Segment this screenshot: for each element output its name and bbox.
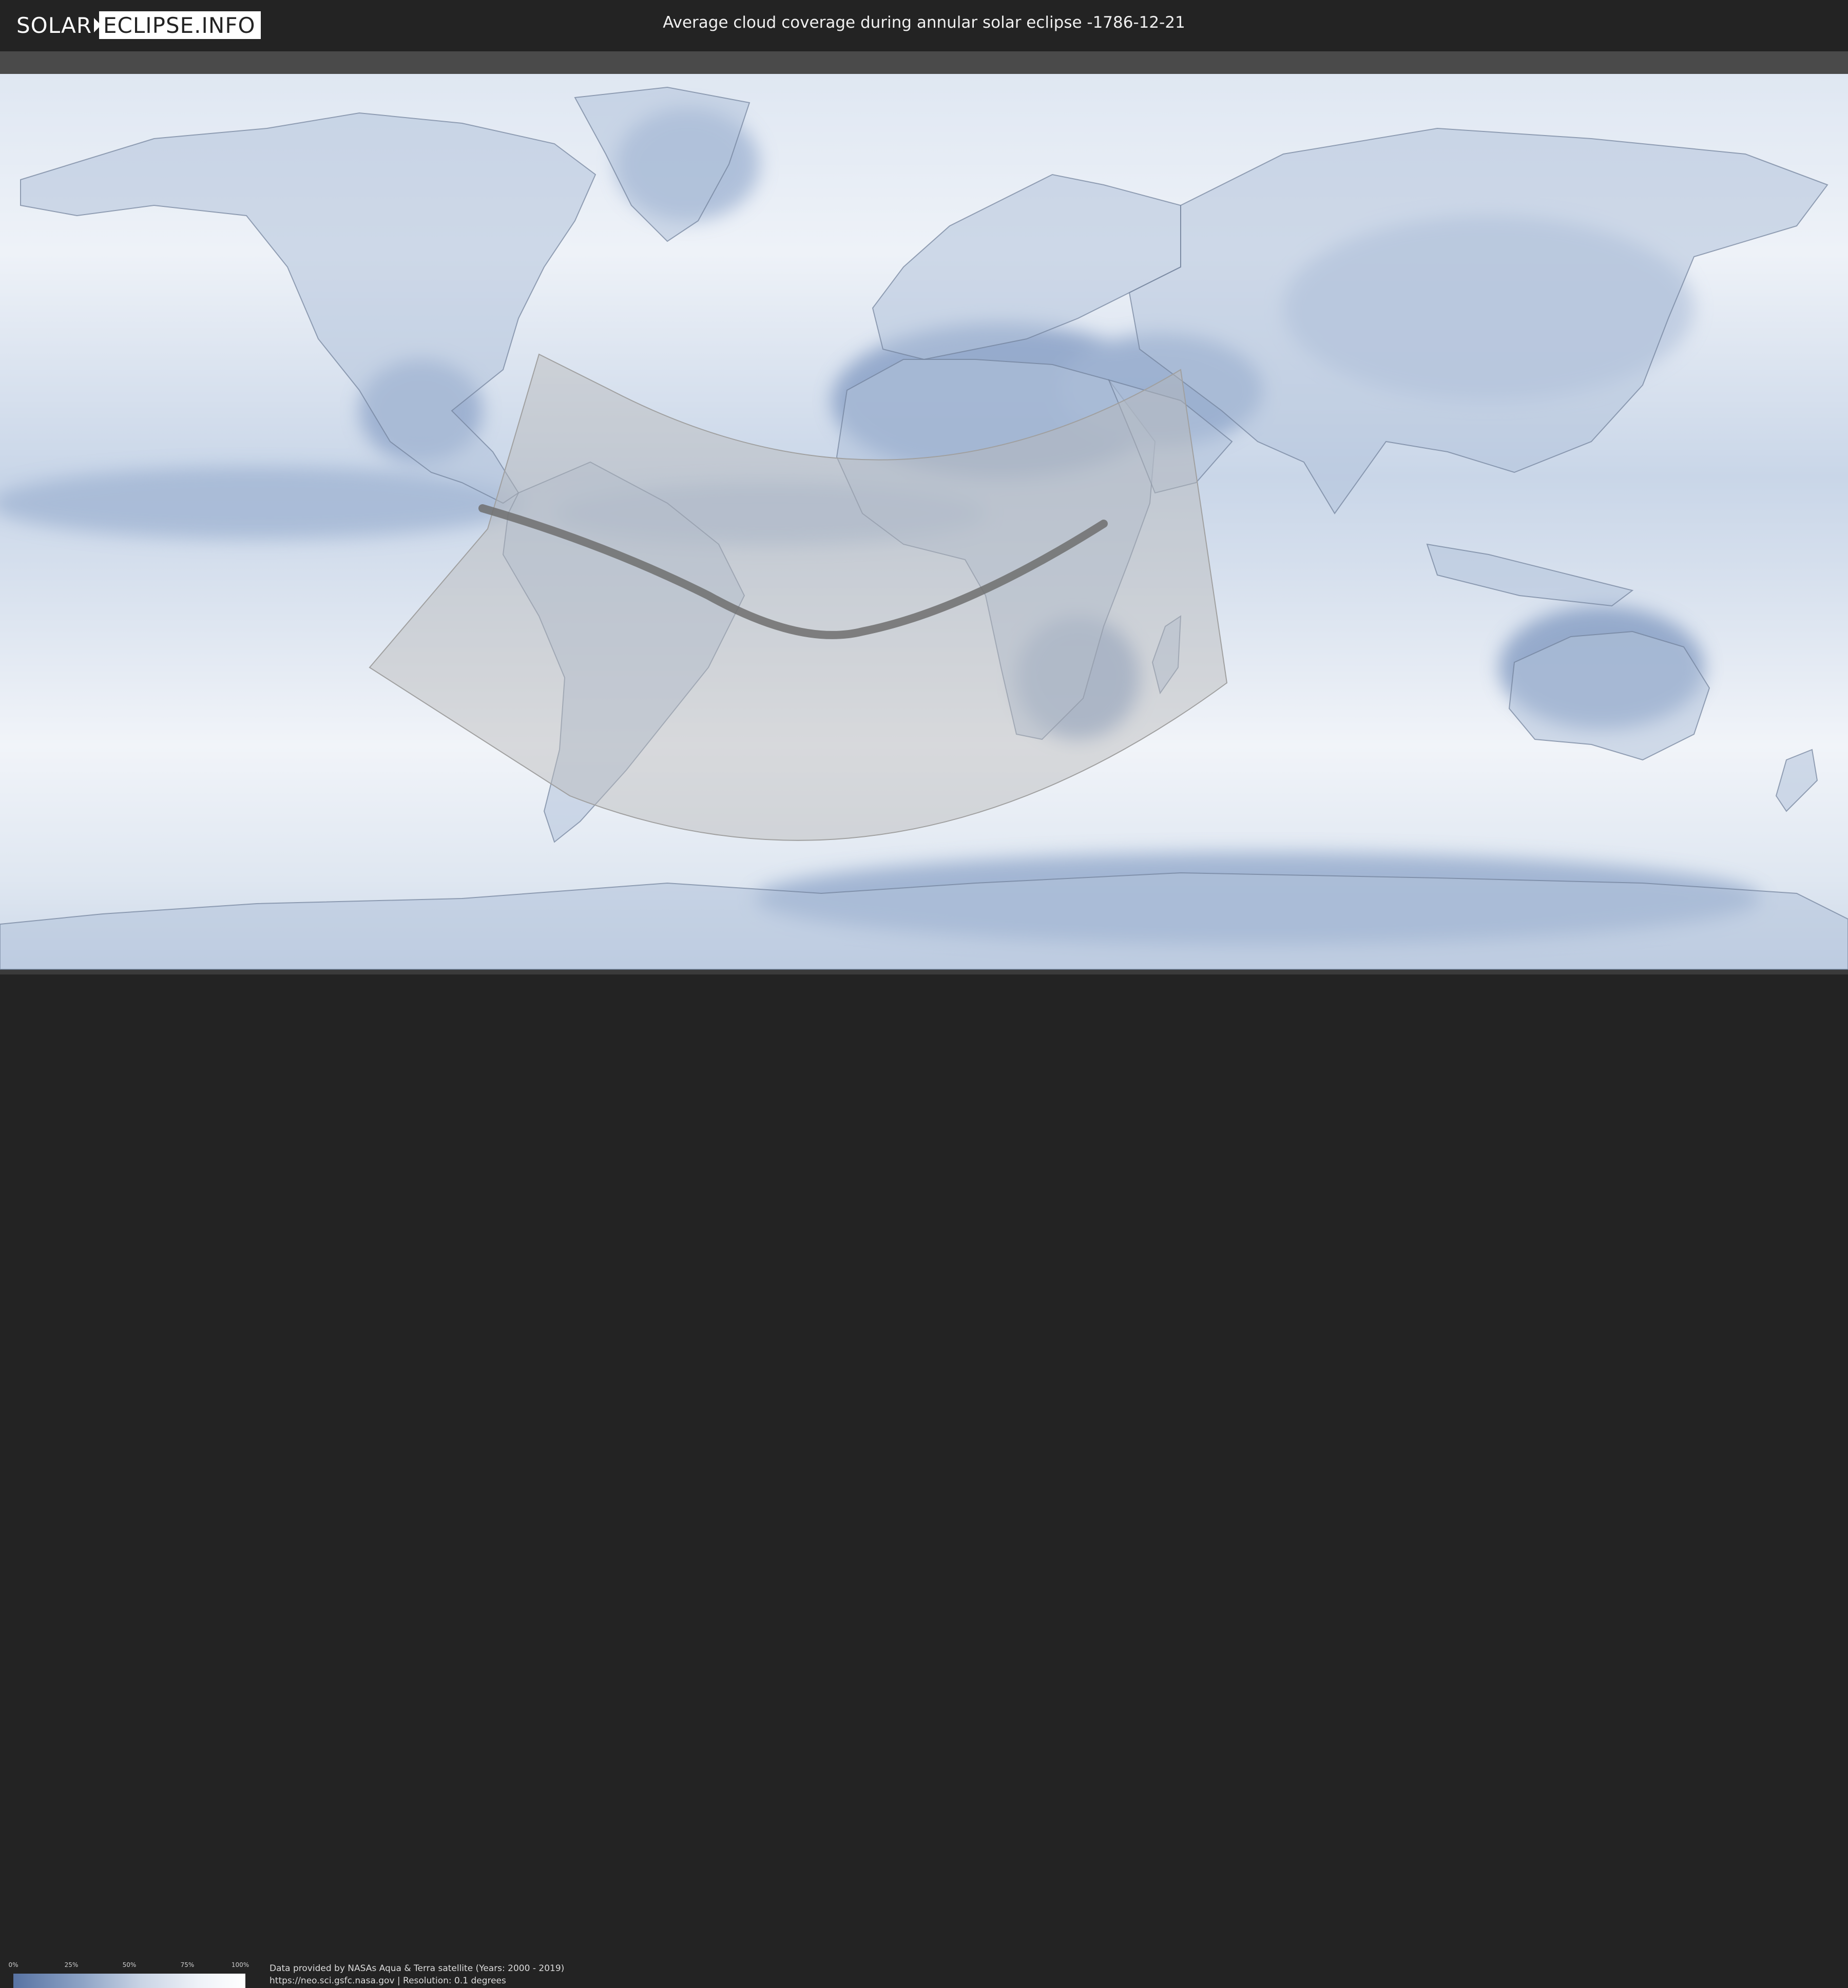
- data-source-link[interactable]: https://neo.sci.gsfc.nasa.gov | Resoluti…: [270, 1976, 506, 1986]
- page-title: Average cloud coverage during annular so…: [663, 13, 1185, 32]
- header-bar: SOLAR ECLIPSE.INFO Average cloud coverag…: [0, 0, 1848, 51]
- legend-tick-75: 75%: [180, 1961, 195, 1968]
- data-credit-text: Data provided by NASAs Aqua & Terra sate…: [270, 1963, 565, 1974]
- cloud-coverage-legend-bar: [13, 1974, 245, 1988]
- legend-tick-labels: 0% 25% 50% 75% 100%: [8, 1961, 249, 1970]
- cloud-band-equatorial-pacific: [0, 467, 524, 539]
- legend-tick-25: 25%: [64, 1961, 79, 1968]
- legend-tick-100: 100%: [231, 1961, 249, 1968]
- map-top-shade: [0, 51, 1848, 74]
- footer-bar: 0% 25% 50% 75% 100% Data provided by NAS…: [0, 974, 1848, 1988]
- cloud-coverage-map: [0, 51, 1848, 974]
- world-map-svg: [0, 51, 1848, 970]
- legend-tick-0: 0%: [8, 1961, 18, 1968]
- legend-tick-50: 50%: [122, 1961, 137, 1968]
